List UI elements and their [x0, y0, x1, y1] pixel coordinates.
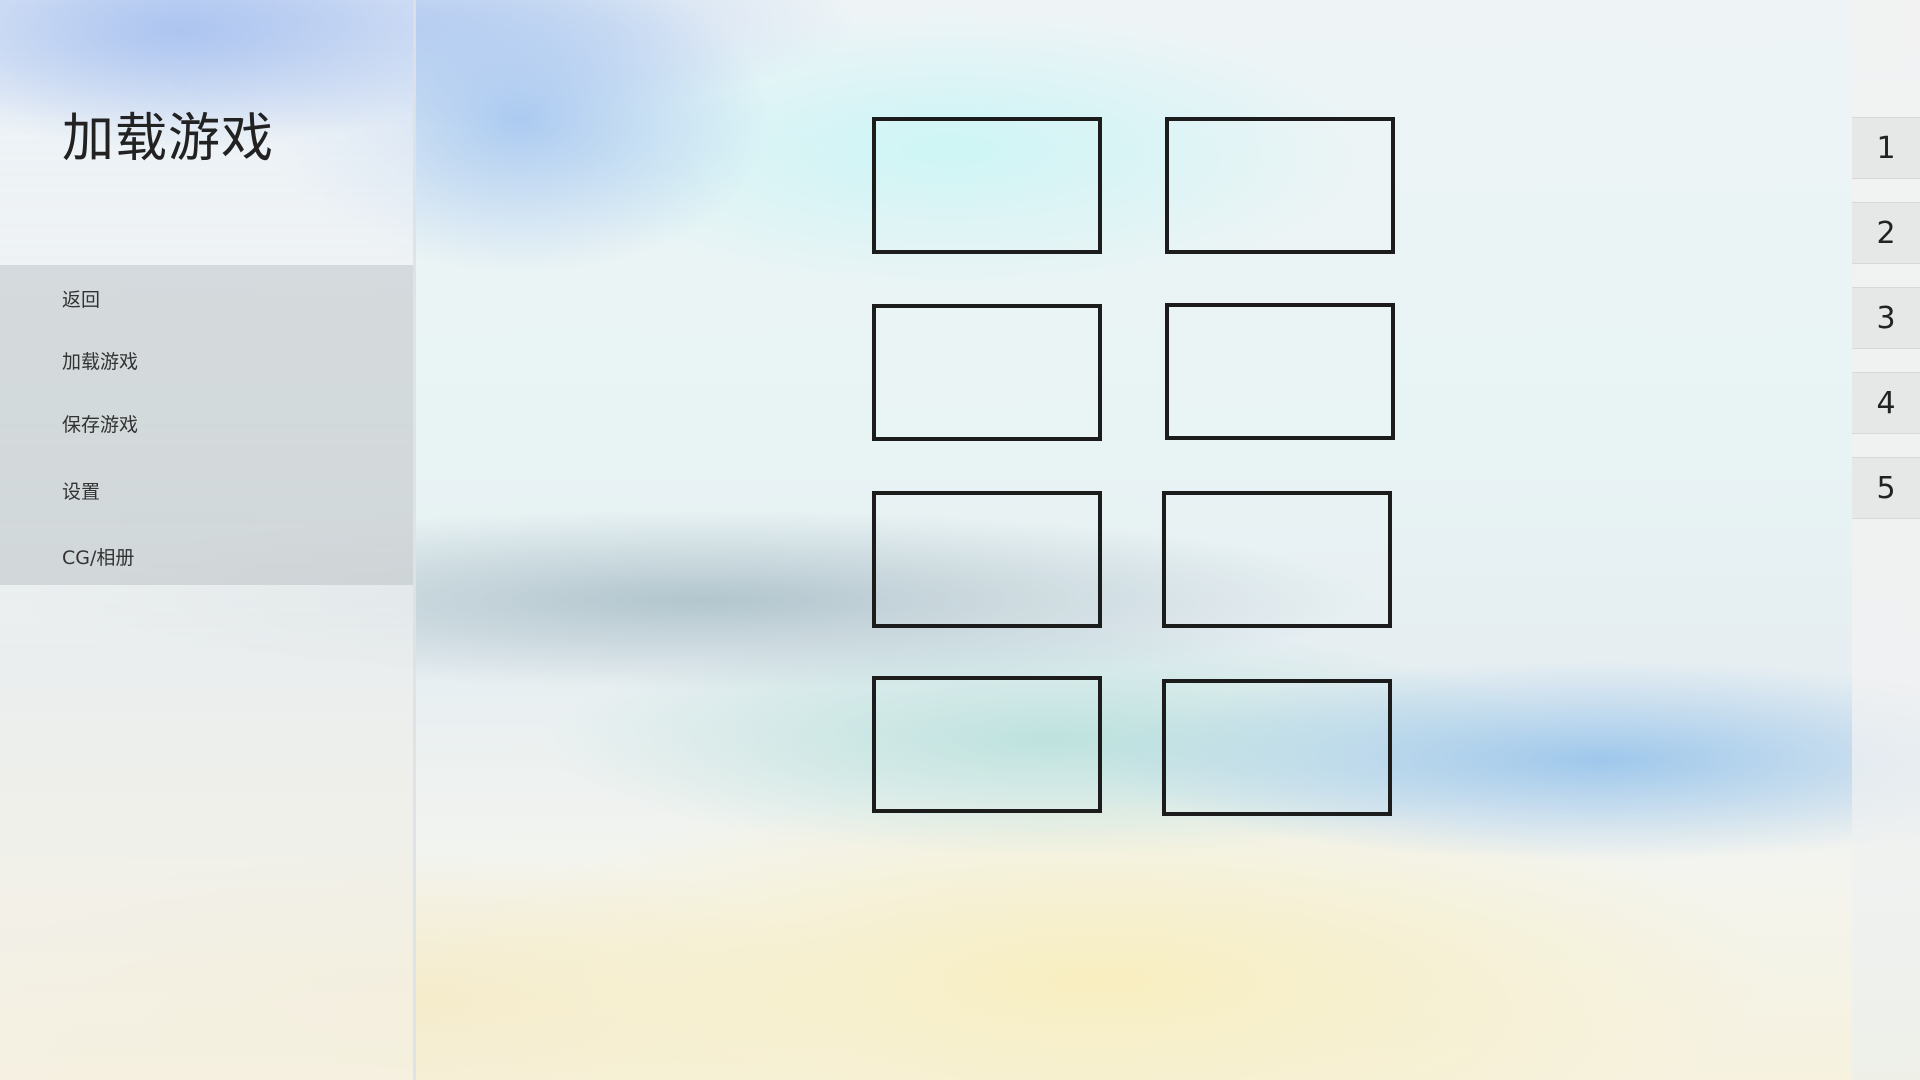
save-slot-2[interactable]	[1165, 117, 1395, 254]
page-tab-1[interactable]: 1	[1852, 117, 1920, 179]
save-slot-3[interactable]	[872, 304, 1102, 441]
page-tab-3[interactable]: 3	[1852, 287, 1920, 349]
main-menu: 返回 加载游戏 保存游戏 设置 CG/相册	[0, 265, 413, 585]
menu-item-back[interactable]: 返回	[62, 285, 100, 312]
save-slot-5[interactable]	[872, 491, 1102, 628]
menu-item-save-game[interactable]: 保存游戏	[62, 410, 138, 437]
save-slot-8[interactable]	[1162, 679, 1392, 816]
page-tab-5[interactable]: 5	[1852, 457, 1920, 519]
sidebar: 加载游戏 返回 加载游戏 保存游戏 设置 CG/相册	[0, 0, 416, 1080]
menu-item-load-game[interactable]: 加载游戏	[62, 347, 138, 374]
save-slot-1[interactable]	[872, 117, 1102, 254]
menu-item-gallery[interactable]: CG/相册	[62, 543, 134, 570]
save-slot-7[interactable]	[872, 676, 1102, 813]
page-tab-2[interactable]: 2	[1852, 202, 1920, 264]
save-slot-4[interactable]	[1165, 303, 1395, 440]
page-title: 加载游戏	[62, 109, 275, 169]
menu-item-settings[interactable]: 设置	[62, 477, 100, 504]
save-slot-6[interactable]	[1162, 491, 1392, 628]
page-tab-4[interactable]: 4	[1852, 372, 1920, 434]
